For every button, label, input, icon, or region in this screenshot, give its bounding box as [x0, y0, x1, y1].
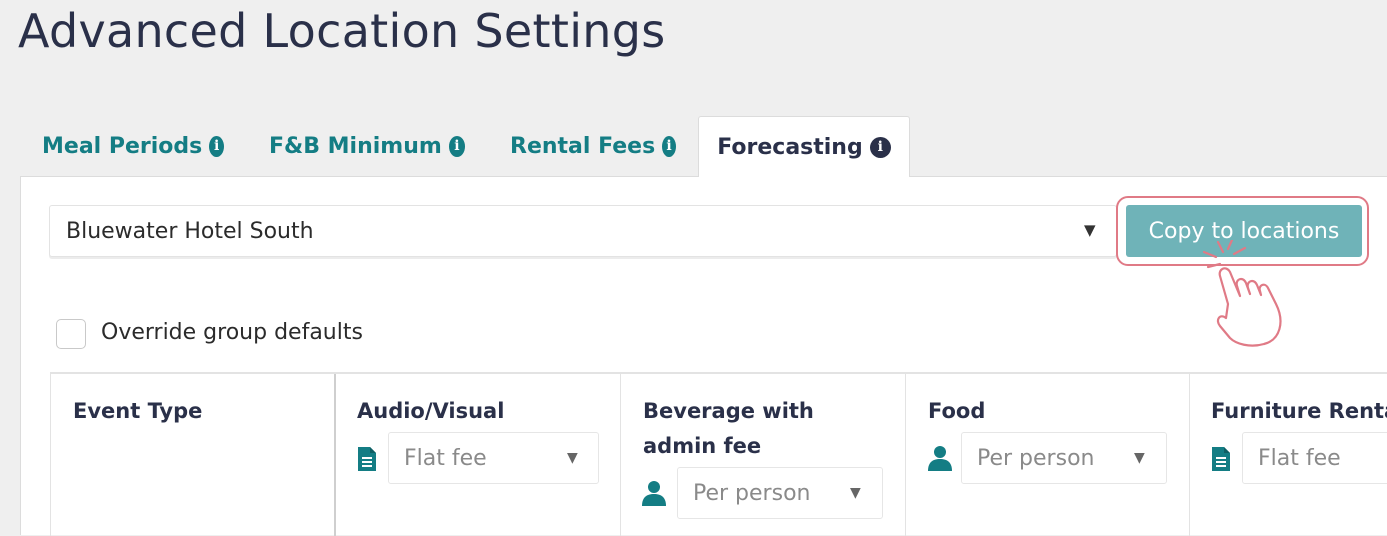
- info-icon[interactable]: i: [869, 136, 891, 158]
- fee-table: Event Type Audio/Visual Flat fee ▼ Bever…: [50, 372, 1387, 536]
- fee-type-value: Flat fee: [404, 445, 487, 471]
- column-audio-visual: Audio/Visual Flat fee ▼: [336, 374, 621, 536]
- tab-label: Forecasting: [717, 134, 863, 160]
- fee-type-select[interactable]: Per person ▼: [961, 432, 1167, 484]
- column-beverage-admin-fee: Beverage with admin fee Per person ▼: [621, 374, 906, 536]
- column-event-type: Event Type: [51, 374, 336, 536]
- fee-type-select[interactable]: Per person ▼: [677, 467, 883, 519]
- column-header-line2: admin fee: [643, 434, 762, 458]
- document-icon: [358, 447, 376, 471]
- chevron-down-icon: ▼: [1084, 221, 1096, 239]
- pointing-hand-icon: [1202, 240, 1282, 347]
- column-header: Furniture Rental: [1211, 399, 1387, 423]
- tab-label: Meal Periods: [42, 133, 203, 159]
- fee-type-value: Flat fee: [1258, 445, 1341, 471]
- tab-forecasting[interactable]: Forecasting i: [698, 116, 910, 177]
- location-select[interactable]: Bluewater Hotel South ▼: [49, 205, 1117, 257]
- chevron-down-icon: ▼: [567, 450, 578, 466]
- chevron-down-icon: ▼: [1134, 450, 1145, 466]
- column-furniture-rental: Furniture Rental Flat fee: [1190, 374, 1387, 536]
- location-select-value: Bluewater Hotel South: [66, 218, 314, 244]
- override-checkbox[interactable]: [56, 319, 86, 349]
- person-icon: [928, 446, 952, 471]
- person-icon: [642, 481, 666, 506]
- tab-meal-periods[interactable]: Meal Periods i: [42, 116, 224, 176]
- tab-rental-fees[interactable]: Rental Fees i: [510, 116, 676, 176]
- tab-label: Rental Fees: [510, 133, 656, 159]
- fee-type-value: Per person: [693, 480, 811, 506]
- page-title: Advanced Location Settings: [18, 4, 666, 58]
- column-header: Event Type: [73, 399, 203, 423]
- tab-bar: Meal Periods i F&B Minimum i Rental Fees…: [20, 116, 1387, 177]
- chevron-down-icon: ▼: [850, 485, 861, 501]
- fee-type-value: Per person: [977, 445, 1095, 471]
- tab-label: F&B Minimum: [269, 133, 442, 159]
- fee-type-select[interactable]: Flat fee ▼: [388, 432, 599, 484]
- info-icon[interactable]: i: [662, 135, 676, 157]
- document-icon: [1212, 447, 1230, 471]
- fee-type-select[interactable]: Flat fee: [1242, 432, 1387, 484]
- column-food: Food Per person ▼: [906, 374, 1190, 536]
- column-header: Food: [928, 399, 986, 423]
- column-header-line1: Beverage with: [643, 399, 814, 423]
- column-header: Audio/Visual: [357, 399, 505, 423]
- tab-fb-minimum[interactable]: F&B Minimum i: [269, 116, 465, 176]
- override-label: Override group defaults: [101, 320, 363, 345]
- info-icon[interactable]: i: [448, 135, 465, 157]
- info-icon[interactable]: i: [209, 135, 224, 157]
